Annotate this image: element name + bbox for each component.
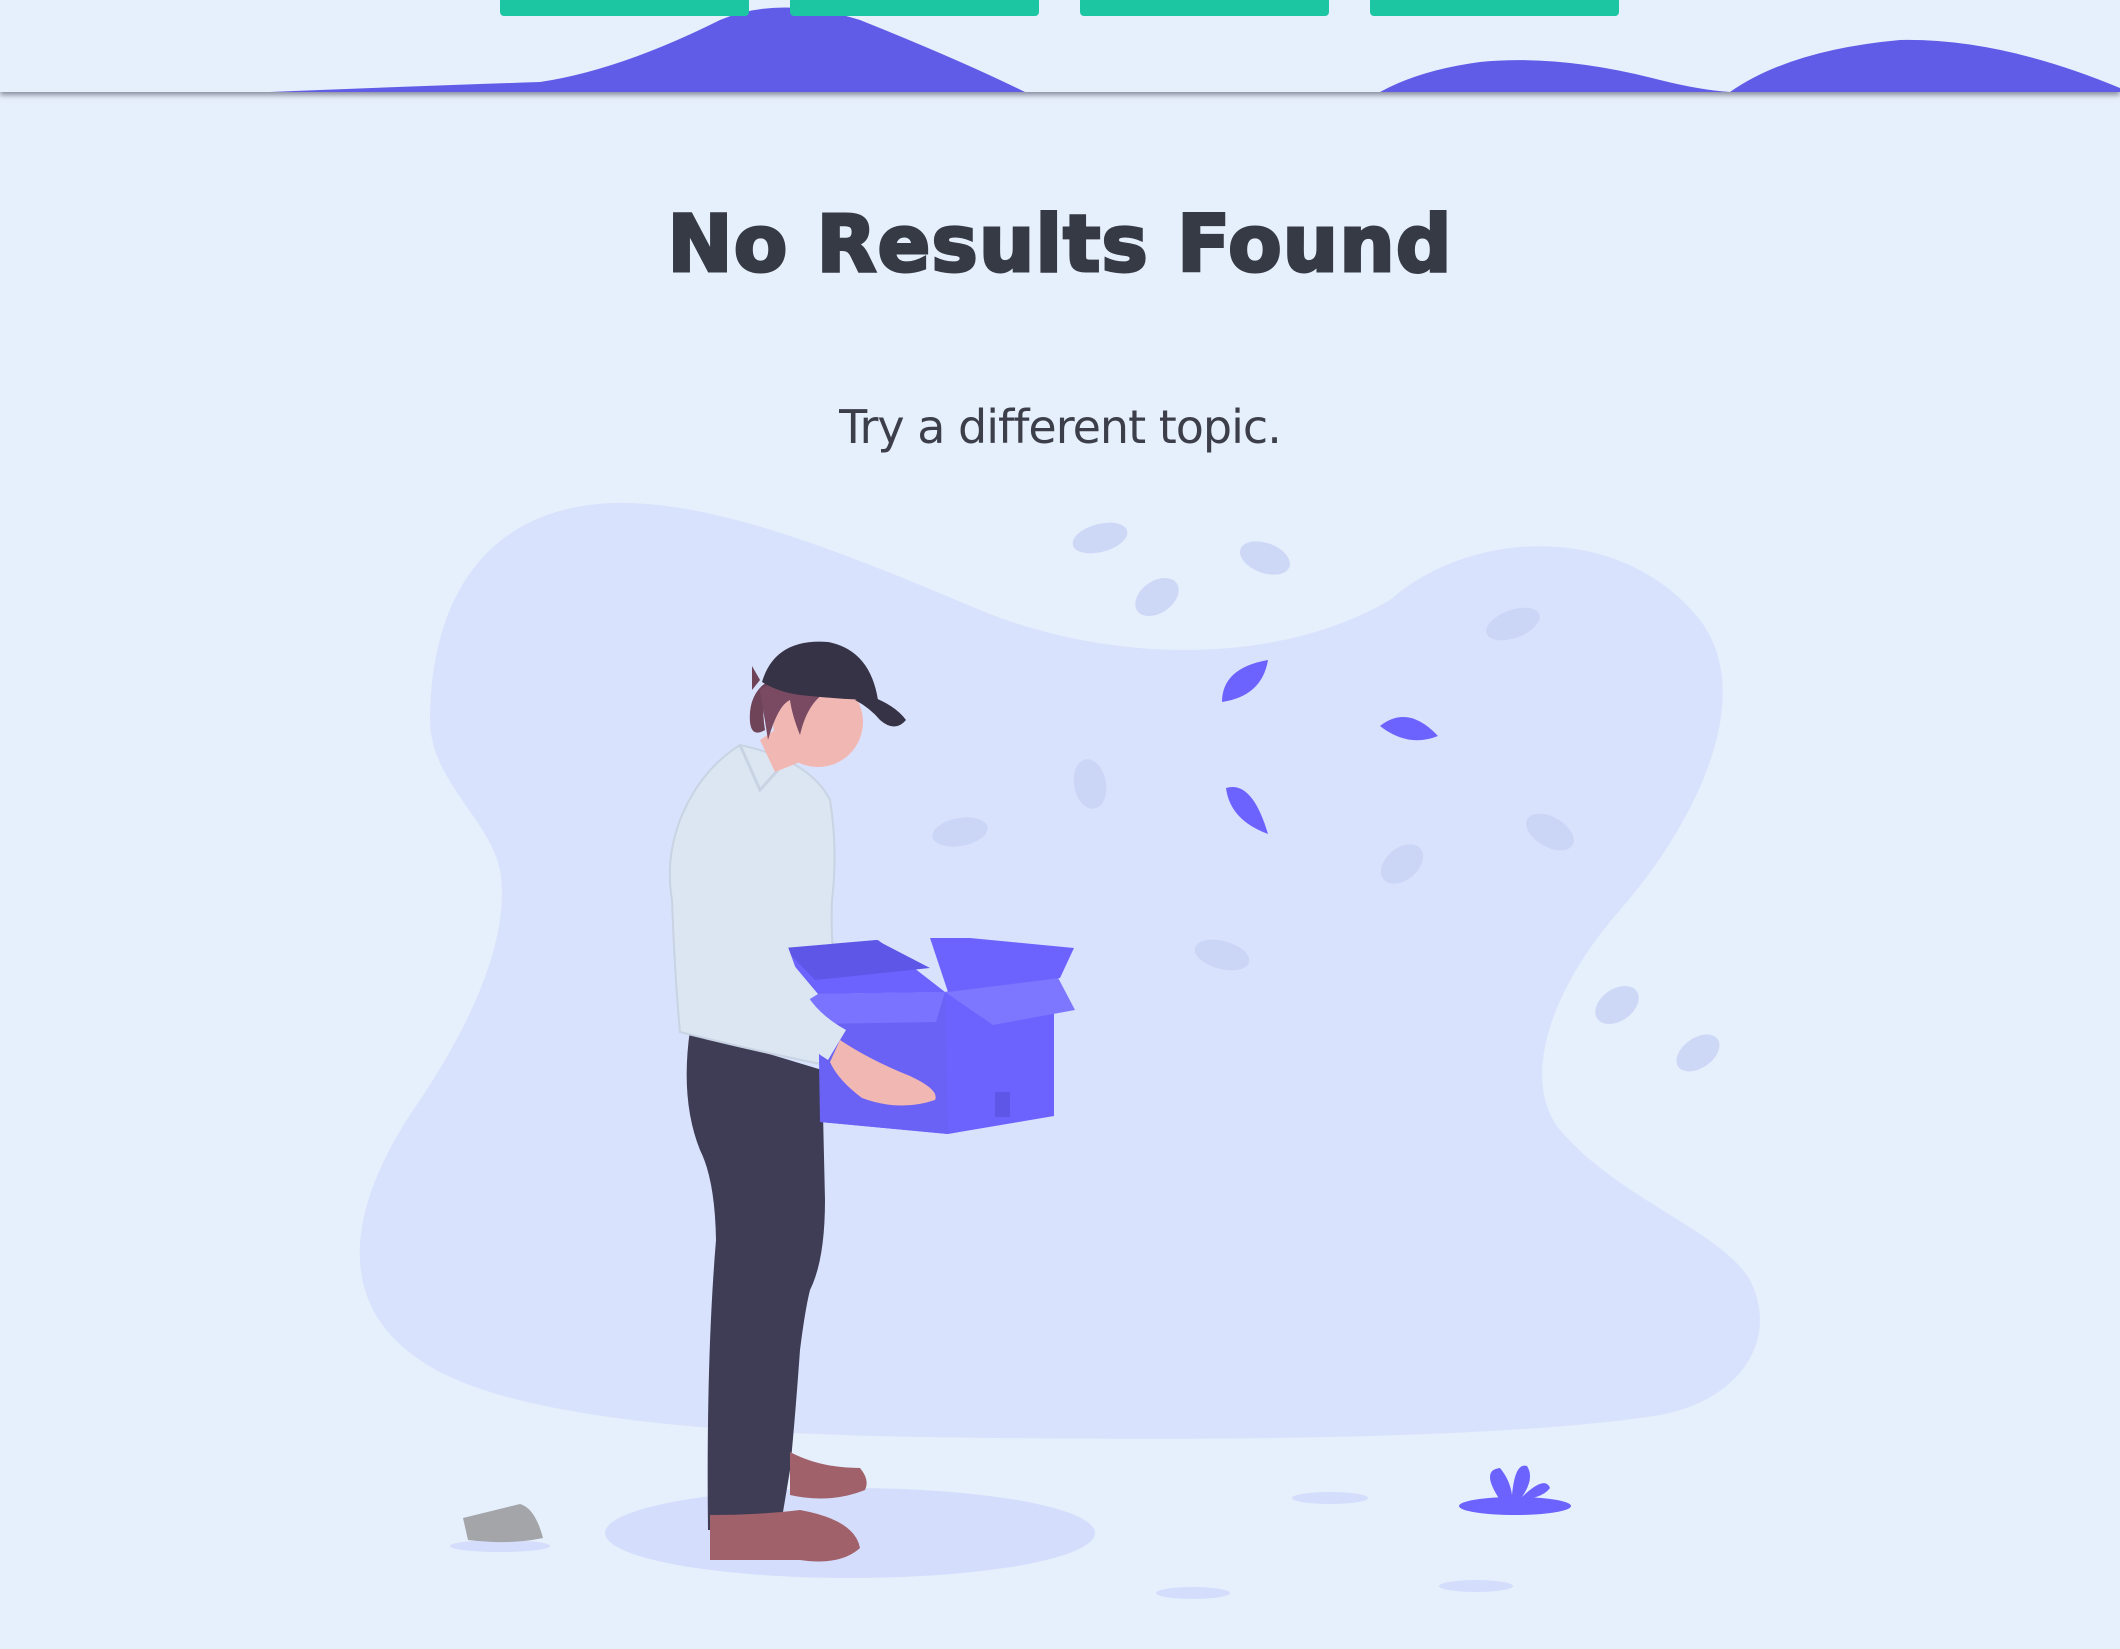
page-title: No Results Found <box>666 199 1453 292</box>
empty-state-message: Try a different topic. <box>839 400 1282 454</box>
